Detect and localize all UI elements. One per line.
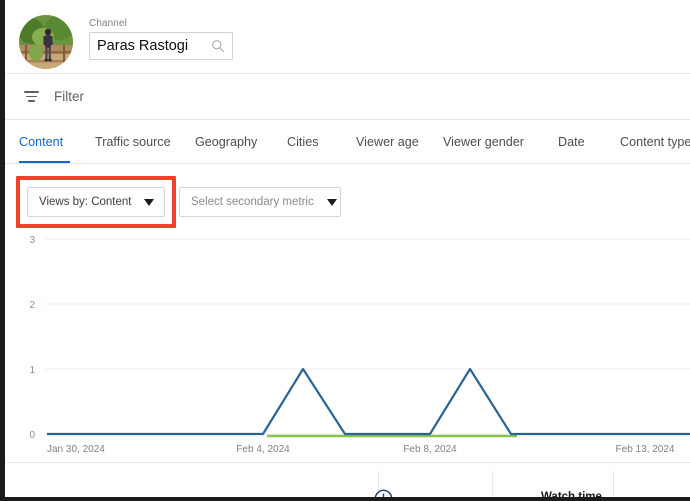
- tab-label: Date: [558, 135, 585, 149]
- chevron-down-icon[interactable]: [327, 199, 337, 206]
- tab-viewer-gender[interactable]: Viewer gender: [443, 120, 521, 163]
- x-tick-label: Jan 30, 2024: [47, 444, 105, 455]
- metric-controls: Views by: Content Select secondary metri…: [5, 164, 690, 236]
- y-tick-label: 3: [29, 235, 35, 246]
- content-table-header[interactable]: Watch time: [5, 462, 690, 497]
- chevron-down-icon[interactable]: [144, 199, 154, 206]
- views-by-dropdown[interactable]: Views by: Content: [27, 187, 165, 217]
- tab-viewer-age[interactable]: Viewer age: [356, 120, 416, 163]
- tab-traffic-source[interactable]: Traffic source: [95, 120, 168, 163]
- channel-avatar-photo: [19, 15, 73, 69]
- column-divider: [492, 471, 493, 497]
- add-circle-icon[interactable]: [374, 489, 393, 497]
- tab-geography[interactable]: Geography: [195, 120, 258, 163]
- column-divider: [613, 471, 614, 497]
- x-tick-label: Feb 8, 2024: [403, 444, 457, 455]
- chart-gridlines: [45, 239, 690, 434]
- channel-label: Channel: [89, 18, 127, 29]
- tab-date[interactable]: Date: [558, 120, 586, 163]
- tab-label: Content type: [620, 135, 690, 149]
- y-tick-label: 0: [29, 430, 35, 441]
- search-icon[interactable]: [211, 39, 225, 53]
- tab-label: Viewer age: [356, 135, 419, 149]
- tab-label: Cities: [287, 135, 319, 149]
- page-left-edge: [0, 0, 5, 501]
- secondary-metric-dropdown-label: Select secondary metric: [191, 196, 314, 208]
- tab-label: Geography: [195, 135, 257, 149]
- filter-icon[interactable]: [21, 87, 41, 107]
- tab-content[interactable]: Content: [19, 120, 70, 163]
- channel-avatar[interactable]: [19, 15, 73, 69]
- y-tick-label: 2: [29, 300, 35, 311]
- tab-label: Content: [19, 135, 63, 149]
- page-bottom-edge: [0, 497, 690, 501]
- search-input[interactable]: Paras Rastogi: [97, 38, 211, 54]
- tab-content-type[interactable]: Content type: [620, 120, 690, 163]
- channel-search-box[interactable]: Paras Rastogi: [89, 32, 233, 60]
- x-tick-label: Feb 13, 2024: [616, 444, 675, 455]
- chart-x-axis: Jan 30, 2024 Feb 4, 2024 Feb 8, 2024 Feb…: [47, 444, 675, 455]
- tab-cities[interactable]: Cities: [287, 120, 324, 163]
- analytics-tab-bar[interactable]: Content Traffic source Geography Cities …: [5, 120, 690, 164]
- tab-label: Traffic source: [95, 135, 171, 149]
- analytics-page: Channel Paras Rastogi Filter Content Tra…: [0, 0, 690, 501]
- x-tick-label: Feb 4, 2024: [236, 444, 290, 455]
- filter-label[interactable]: Filter: [54, 89, 84, 104]
- filter-bar[interactable]: Filter: [5, 74, 690, 120]
- chart-y-axis: 3 2 1 0: [29, 235, 35, 441]
- views-line-chart[interactable]: 3 2 1 0 Jan 30, 2024 Feb 4, 2024 Feb 8, …: [5, 230, 690, 458]
- secondary-metric-dropdown[interactable]: Select secondary metric: [179, 187, 341, 217]
- channel-header: Channel Paras Rastogi: [5, 0, 690, 74]
- y-tick-label: 1: [29, 365, 35, 376]
- chart-series-blue: [47, 369, 690, 434]
- tab-label: Viewer gender: [443, 135, 524, 149]
- views-by-dropdown-label: Views by: Content: [39, 196, 131, 208]
